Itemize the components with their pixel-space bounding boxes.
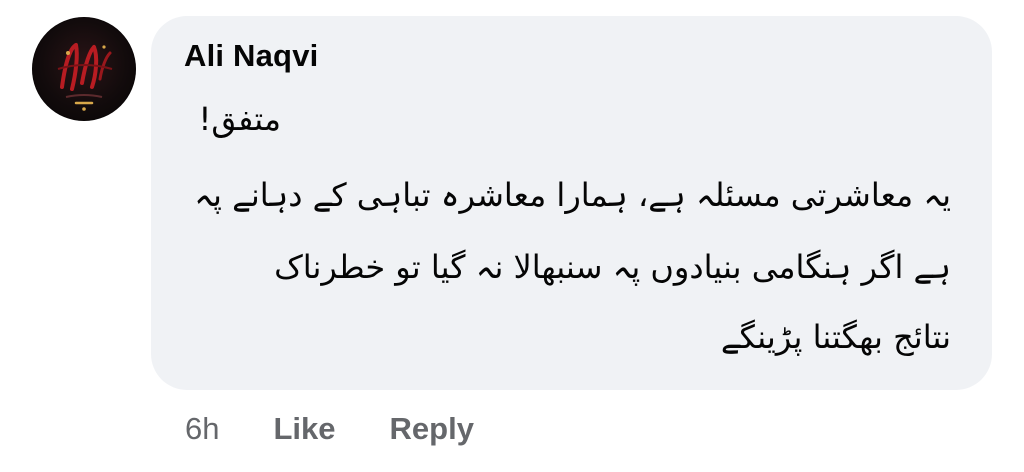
comment-text-line: نتائج بھگتنا پڑینگے [720, 318, 951, 356]
comment-timestamp[interactable]: 6h [185, 411, 219, 447]
comment: Ali Naqvi متفق! یہ معاشرتی مسئلہ ہے، ہما… [0, 0, 1024, 472]
comment-text-line: یہ معاشرتی مسئلہ ہے، ہمارا معاشرہ تباہی … [194, 176, 951, 214]
avatar[interactable] [32, 17, 136, 121]
comment-author[interactable]: Ali Naqvi [184, 38, 318, 74]
comment-actions: 6h Like Reply [185, 404, 474, 454]
comment-text-line: متفق! [198, 100, 282, 138]
profile-picture-icon [57, 43, 113, 111]
comment-bubble: Ali Naqvi متفق! یہ معاشرتی مسئلہ ہے، ہما… [151, 16, 992, 390]
reply-button[interactable]: Reply [390, 411, 474, 447]
comment-text-line: ہے اگر ہنگامی بنیادوں پہ سنبھالا نہ گیا … [274, 248, 951, 286]
like-button[interactable]: Like [273, 411, 335, 447]
